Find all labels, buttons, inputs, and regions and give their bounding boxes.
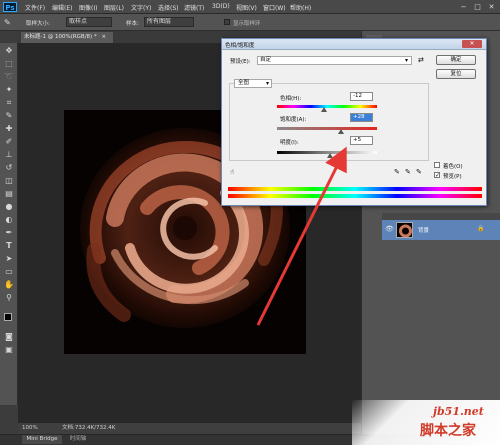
sample-size-label: 取样大小: [26,21,50,27]
hand-adjust-icon[interactable]: ☝ [230,168,234,176]
type-tool-icon[interactable]: T [3,240,15,251]
menu-view[interactable]: 视图(V) [236,3,257,12]
quick-select-tool-icon[interactable]: ✦ [3,84,15,95]
pen-tool-icon[interactable]: ✒ [3,227,15,238]
menu-type[interactable]: 文字(Y) [131,3,151,12]
preview-label: 预览(P) [443,174,462,180]
colorize-label: 着色(O) [443,164,463,170]
preset-label: 预设(E): [230,59,251,65]
show-ring-checkbox[interactable] [224,19,230,25]
dodge-tool-icon[interactable]: ◐ [3,214,15,225]
lightness-label: 明度(I): [280,140,299,146]
eyedropper-minus-icon[interactable]: ✎ [416,168,422,176]
sample-label: 样本: [126,21,139,27]
menu-layer[interactable]: 图层(L) [104,3,124,12]
document-tab-title: 未标题-1 @ 100%(RGB/8) * [24,34,97,40]
layer-visibility-eye-icon[interactable]: 👁 [385,225,394,234]
marquee-tool-icon[interactable]: ⬚ [3,58,15,69]
close-button[interactable]: ✕ [485,2,498,12]
tools-panel: ✥ ⬚ ➰ ✦ ⌗ ✎ ✚ ✐ ⊥ ↺ ◫ ▤ ● ◐ ✒ T ➤ ▭ ✋ ⚲ … [0,43,18,405]
menu-help[interactable]: 帮助(H) [290,3,311,12]
photoshop-logo: Ps [3,2,17,12]
menu-bar: Ps 文件(F) 编辑(E) 图像(I) 图层(L) 文字(Y) 选择(S) 滤… [0,0,500,14]
layer-thumbnail [396,222,413,238]
menu-edit[interactable]: 编辑(E) [52,3,72,12]
shape-tool-icon[interactable]: ▭ [3,266,15,277]
zoom-level[interactable]: 100% [22,423,38,434]
stamp-tool-icon[interactable]: ⊥ [3,149,15,160]
adjustment-group [229,83,429,161]
eyedropper-icon[interactable]: ✎ [394,168,400,176]
saturation-slider-knob[interactable] [338,129,344,134]
dialog-titlebar[interactable]: 色相/饱和度 ✕ [222,39,486,50]
document-tab[interactable]: 未标题-1 @ 100%(RGB/8) * × [21,32,113,43]
dialog-close-icon[interactable]: ✕ [462,40,482,48]
foreground-color-swatch[interactable] [4,313,12,321]
colorize-checkbox[interactable] [434,162,440,168]
channel-dropdown-icon[interactable]: ▾ [266,80,269,87]
screen-mode-icon[interactable]: ▣ [3,344,15,355]
preset-dropdown-icon[interactable]: ▾ [405,57,408,64]
reset-button[interactable]: 复位 [436,69,476,79]
menu-file[interactable]: 文件(F) [25,3,45,12]
eyedropper-icon[interactable]: ✎ [4,17,16,28]
status-bar: 100% 文档:732.4K/732.4K [18,423,361,434]
options-bar: ✎ 取样大小: 取样点 样本: 所有图层 显示取样环 [0,14,500,31]
layer-name: 背景 [418,228,430,234]
lightness-slider-knob[interactable] [326,153,333,158]
crop-tool-icon[interactable]: ⌗ [3,97,15,108]
hue-label: 色相(H): [280,96,302,102]
watermark-site: jb51.net [433,405,484,418]
path-select-icon[interactable]: ➤ [3,253,15,264]
saturation-slider[interactable] [277,127,377,130]
menu-window[interactable]: 窗口(W) [263,3,286,12]
saturation-input[interactable]: +28 [350,113,373,122]
menu-select[interactable]: 选择(S) [158,3,179,12]
timeline-tab[interactable]: 时间轴 [63,435,93,444]
hue-slider[interactable] [277,105,377,108]
doc-size-info: 文档:732.4K/732.4K [62,425,116,431]
menu-filter[interactable]: 滤镜(T) [184,3,204,12]
color-bar-bottom [228,194,482,198]
lasso-tool-icon[interactable]: ➰ [3,71,15,82]
eraser-tool-icon[interactable]: ◫ [3,175,15,186]
preset-options-icon[interactable]: ⇄ [418,56,424,64]
sample-select[interactable]: 所有图层 [144,17,194,27]
zoom-tool-icon[interactable]: ⚲ [3,292,15,303]
hue-saturation-dialog: 色相/饱和度 ✕ 预设(E): 自定 ▾ ⇄ 确定 复位 全图 ▾ 色相(H):… [221,38,487,206]
eyedropper-plus-icon[interactable]: ✎ [405,168,411,176]
minimize-button[interactable]: − [457,2,470,12]
hue-slider-knob[interactable] [320,107,327,112]
restore-button[interactable]: □ [471,2,484,12]
lightness-input[interactable]: +5 [350,136,373,145]
eyedropper-tool-icon[interactable]: ✎ [3,110,15,121]
dialog-title: 色相/饱和度 [225,43,255,49]
gradient-tool-icon[interactable]: ▤ [3,188,15,199]
preset-select[interactable]: 自定 [257,56,412,65]
blur-tool-icon[interactable]: ● [3,201,15,212]
preview-checkbox[interactable]: ✓ [434,172,440,179]
show-ring-label: 显示取样环 [233,21,261,27]
watermark-brand: 脚本之家 [420,423,476,439]
ok-button[interactable]: 确定 [436,55,476,65]
menu-image[interactable]: 图像(I) [79,3,97,12]
layer-lock-icon: 🔒 [477,225,485,232]
move-tool-icon[interactable]: ✥ [3,45,15,56]
brush-tool-icon[interactable]: ✐ [3,136,15,147]
history-brush-icon[interactable]: ↺ [3,162,15,173]
saturation-label: 饱和度(A): [280,117,307,123]
healing-tool-icon[interactable]: ✚ [3,123,15,134]
menu-3d[interactable]: 3D(D) [212,3,230,10]
hue-input[interactable]: -12 [350,92,373,101]
mini-bridge-tab[interactable]: Mini Bridge [22,435,62,444]
sample-size-select[interactable]: 取样点 [66,17,112,27]
color-bar-top [228,187,482,191]
tab-close-icon[interactable]: × [101,34,106,40]
hand-tool-icon[interactable]: ✋ [3,279,15,290]
quick-mask-icon[interactable]: ◙ [3,331,15,342]
